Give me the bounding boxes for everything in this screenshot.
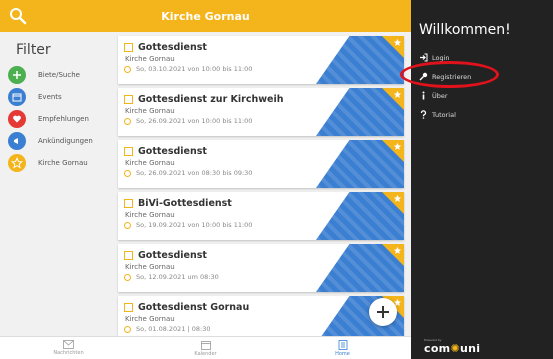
main-app: Kirche Gornau Filter Biete/Suche Events … bbox=[0, 0, 411, 359]
clock-icon bbox=[124, 325, 131, 333]
filter-item-ankuendigungen[interactable]: Ankündigungen bbox=[8, 130, 113, 151]
nav-nachrichten[interactable]: Nachrichten bbox=[0, 337, 137, 359]
calendar-icon bbox=[124, 199, 133, 208]
highlight-annotation bbox=[400, 61, 499, 88]
add-button[interactable] bbox=[369, 298, 397, 326]
clock-icon bbox=[124, 273, 131, 281]
calendar-icon bbox=[124, 43, 133, 52]
event-organizer: Kirche Gornau bbox=[125, 159, 175, 167]
event-card[interactable]: Gottesdienst Kirche Gornau So, 26.09.202… bbox=[118, 140, 404, 188]
event-title: Gottesdienst bbox=[138, 250, 207, 261]
calendar-icon bbox=[8, 87, 26, 106]
nav-label: Kalender bbox=[194, 350, 217, 357]
event-title: Gottesdienst bbox=[138, 42, 207, 53]
event-organizer: Kirche Gornau bbox=[125, 211, 175, 219]
filter-label: Empfehlungen bbox=[38, 114, 89, 123]
event-date: So, 19.09.2021 von 10:00 bis 11:00 bbox=[136, 221, 253, 229]
megaphone-icon bbox=[8, 131, 26, 150]
clock-icon bbox=[124, 117, 131, 125]
event-organizer: Kirche Gornau bbox=[125, 55, 175, 63]
calendar-icon bbox=[124, 303, 133, 312]
handshake-icon bbox=[8, 65, 26, 84]
filter-item-events[interactable]: Events bbox=[8, 86, 113, 107]
calendar-icon bbox=[124, 147, 133, 156]
filter-label: Kirche Gornau bbox=[38, 158, 88, 167]
calendar-icon bbox=[200, 340, 211, 350]
side-menu: Willkommen! Login Registrieren Über Tuto… bbox=[411, 0, 553, 359]
nav-label: Nachrichten bbox=[53, 350, 84, 356]
nav-kalender[interactable]: Kalender bbox=[137, 337, 274, 359]
search-icon[interactable] bbox=[8, 6, 28, 26]
event-organizer: Kirche Gornau bbox=[125, 263, 175, 271]
event-date: So, 26.09.2021 von 08:30 bis 09:30 bbox=[136, 169, 253, 177]
plus-icon bbox=[377, 306, 389, 318]
nav-label: Home bbox=[335, 350, 350, 357]
star-icon bbox=[8, 153, 26, 172]
calendar-icon bbox=[124, 251, 133, 260]
event-feed: Gottesdienst Kirche Gornau So, 03.10.202… bbox=[118, 36, 404, 348]
event-card[interactable]: Gottesdienst zur Kirchweih Kirche Gornau… bbox=[118, 88, 404, 136]
event-card[interactable]: Gottesdienst Kirche Gornau So, 03.10.202… bbox=[118, 36, 404, 84]
home-icon bbox=[338, 339, 347, 350]
menu-item-ueber[interactable]: Über bbox=[419, 86, 471, 105]
event-card[interactable]: BiVi-Gottesdienst Kirche Gornau So, 19.0… bbox=[118, 192, 404, 240]
filter-label: Events bbox=[38, 92, 62, 101]
event-card[interactable]: Gottesdienst Kirche Gornau So, 12.09.202… bbox=[118, 244, 404, 292]
menu-label: Über bbox=[432, 91, 448, 100]
event-title: BiVi-Gottesdienst bbox=[138, 198, 232, 209]
help-icon bbox=[419, 110, 428, 119]
brand-part-a: com bbox=[424, 342, 451, 355]
event-organizer: Kirche Gornau bbox=[125, 315, 175, 323]
info-icon bbox=[419, 91, 428, 100]
clock-icon bbox=[124, 169, 131, 177]
page-title: Kirche Gornau bbox=[161, 9, 250, 23]
filter-label: Ankündigungen bbox=[38, 136, 93, 145]
heart-icon bbox=[8, 109, 26, 128]
event-date: So, 01.08.2021 | 08:30 bbox=[136, 325, 211, 333]
brand-part-b: uni bbox=[459, 342, 481, 355]
event-date: So, 03.10.2021 von 10:00 bis 11:00 bbox=[136, 65, 253, 73]
nav-home[interactable]: Home bbox=[274, 337, 411, 359]
bottom-nav: Nachrichten Kalender Home bbox=[0, 336, 411, 359]
event-title: Gottesdienst bbox=[138, 146, 207, 157]
event-organizer: Kirche Gornau bbox=[125, 107, 175, 115]
filter-item-kirche-gornau[interactable]: Kirche Gornau bbox=[8, 152, 113, 173]
welcome-title: Willkommen! bbox=[419, 22, 511, 38]
filter-item-empfehlungen[interactable]: Empfehlungen bbox=[8, 108, 113, 129]
header-bar: Kirche Gornau bbox=[0, 0, 411, 32]
filter-label: Biete/Suche bbox=[38, 70, 80, 79]
clock-icon bbox=[124, 221, 131, 229]
comuni-logo: Powered by com✺uni bbox=[424, 338, 481, 355]
event-date: So, 12.09.2021 um 08:30 bbox=[136, 273, 219, 281]
event-title: Gottesdienst Gornau bbox=[138, 302, 250, 313]
menu-label: Tutorial bbox=[432, 110, 456, 119]
filter-title: Filter bbox=[16, 42, 51, 58]
event-title: Gottesdienst zur Kirchweih bbox=[138, 94, 284, 105]
filter-item-biete-suche[interactable]: Biete/Suche bbox=[8, 64, 113, 85]
calendar-icon bbox=[124, 95, 133, 104]
menu-item-tutorial[interactable]: Tutorial bbox=[419, 105, 471, 124]
event-date: So, 26.09.2021 von 10:00 bis 11:00 bbox=[136, 117, 253, 125]
clock-icon bbox=[124, 65, 131, 73]
filter-panel: Filter Biete/Suche Events Empfehlungen A… bbox=[8, 42, 113, 174]
mail-icon bbox=[63, 340, 74, 349]
login-icon bbox=[419, 53, 428, 62]
